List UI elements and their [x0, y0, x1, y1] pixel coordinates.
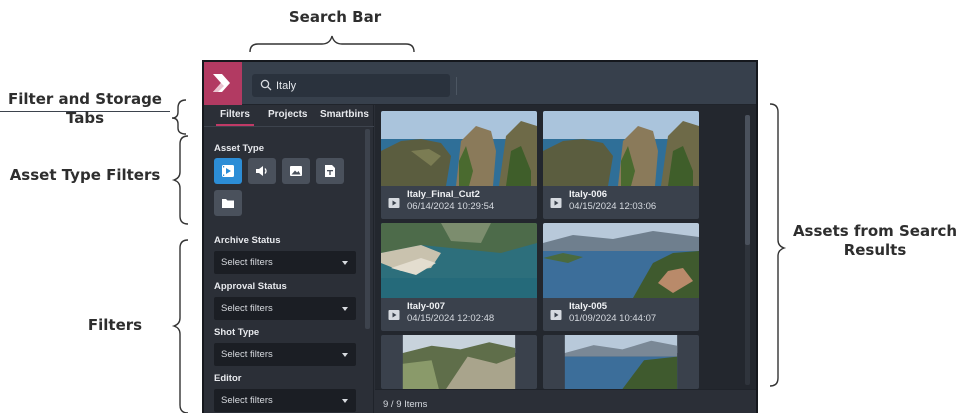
shot-type-select[interactable]: Select filters [214, 343, 356, 366]
asset-type-audio-button[interactable] [248, 158, 276, 184]
search-bar[interactable] [252, 74, 450, 97]
video-icon [388, 198, 400, 208]
asset-type-label: Asset Type [214, 143, 264, 154]
grid-footer: 9 / 9 Items [375, 389, 756, 413]
asset-thumbnail [543, 111, 699, 186]
archive-status-select[interactable]: Select filters [214, 251, 356, 274]
chevron-down-icon [342, 307, 348, 311]
annotation-asset-type-filters: Asset Type Filters [9, 166, 161, 184]
sidebar-scrollbar[interactable] [365, 129, 370, 329]
asset-card[interactable]: Italy-007 04/15/2024 12:02:48 [381, 223, 537, 331]
asset-type-document-button[interactable] [316, 158, 344, 184]
asset-grid: Italy_Final_Cut2 06/14/2024 10:29:54 Ita… [375, 105, 756, 389]
select-placeholder: Select filters [221, 349, 273, 360]
select-placeholder: Select filters [221, 395, 273, 406]
filter-sidebar: Filters Projects Smartbins Asset Type Ar… [204, 105, 374, 413]
approval-status-select[interactable]: Select filters [214, 297, 356, 320]
filter-label-editor: Editor [214, 373, 242, 384]
asset-date: 01/09/2024 10:44:07 [569, 313, 657, 324]
asset-thumbnail [564, 335, 678, 389]
asset-card[interactable] [381, 335, 537, 389]
tab-smartbins[interactable]: Smartbins [320, 109, 369, 120]
asset-thumbnail [402, 335, 516, 389]
tab-projects[interactable]: Projects [268, 109, 307, 120]
asset-card[interactable]: Italy_Final_Cut2 06/14/2024 10:29:54 [381, 111, 537, 219]
asset-name: Italy-007 [407, 301, 446, 312]
top-bar [204, 62, 756, 105]
toolbar-divider [456, 77, 457, 95]
asset-name: Italy_Final_Cut2 [407, 189, 480, 200]
asset-name: Italy-006 [569, 189, 608, 200]
asset-thumbnail [381, 111, 537, 186]
tab-filters[interactable]: Filters [216, 109, 254, 126]
filter-storage-tabs: Filters Projects Smartbins [204, 105, 374, 127]
annotation-filters: Filters [87, 316, 143, 334]
asset-card[interactable]: Italy-006 04/15/2024 12:03:06 [543, 111, 699, 219]
asset-type-video-button[interactable] [214, 158, 242, 184]
asset-date: 04/15/2024 12:03:06 [569, 201, 657, 212]
folder-icon [222, 199, 234, 208]
chevron-down-icon [342, 353, 348, 357]
select-placeholder: Select filters [221, 257, 273, 268]
video-icon [550, 198, 562, 208]
select-placeholder: Select filters [221, 303, 273, 314]
annotation-assets: Assets from Search Results [792, 222, 958, 259]
annotation-search-bar: Search Bar [288, 8, 382, 26]
image-icon [290, 166, 302, 176]
app-window: Filters Projects Smartbins Asset Type [202, 60, 758, 413]
video-icon [550, 310, 562, 320]
asset-date: 06/14/2024 10:29:54 [407, 201, 495, 212]
asset-thumbnail [381, 223, 537, 298]
video-icon [388, 310, 400, 320]
chevron-down-icon [342, 399, 348, 403]
search-icon [260, 79, 272, 91]
audio-icon [256, 166, 267, 176]
item-count: 9 / 9 Items [383, 399, 428, 410]
asset-date: 04/15/2024 12:02:48 [407, 313, 495, 324]
grid-scrollbar[interactable] [745, 115, 750, 385]
asset-card[interactable]: Italy-005 01/09/2024 10:44:07 [543, 223, 699, 331]
filter-label-shot-type: Shot Type [214, 327, 260, 338]
filter-label-approval-status: Approval Status [214, 281, 287, 292]
video-icon [222, 165, 234, 177]
asset-type-image-button[interactable] [282, 158, 310, 184]
app-logo[interactable] [204, 62, 242, 105]
asset-card[interactable] [543, 335, 699, 389]
editor-select[interactable]: Select filters [214, 389, 356, 412]
search-input[interactable] [276, 74, 446, 97]
grid-scrollbar-thumb[interactable] [745, 115, 750, 245]
document-icon [325, 165, 335, 177]
logo-icon [213, 74, 230, 92]
filter-label-archive-status: Archive Status [214, 235, 281, 246]
asset-name: Italy-005 [569, 301, 608, 312]
asset-type-folder-button[interactable] [214, 190, 242, 216]
annotation-filter-tabs: Filter and Storage Tabs [0, 90, 170, 127]
chevron-down-icon [342, 261, 348, 265]
asset-thumbnail [543, 223, 699, 298]
